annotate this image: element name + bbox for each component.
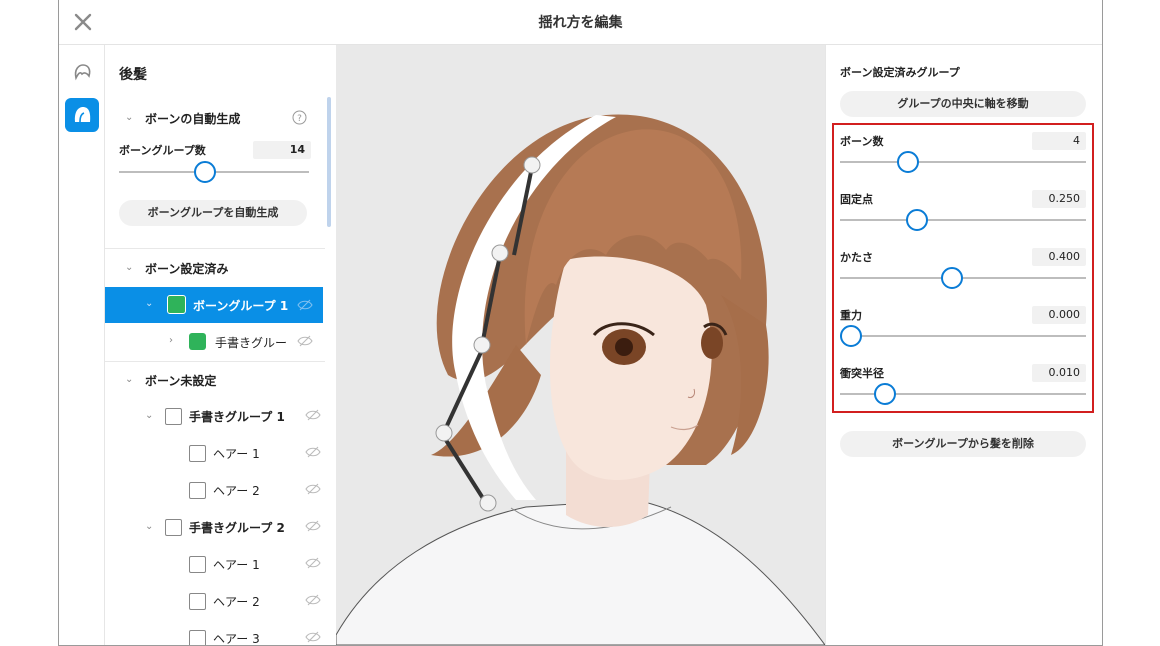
window-title: 揺れ方を編集 (538, 15, 623, 31)
param-slider[interactable] (840, 161, 1086, 163)
tree-hair-item[interactable]: ヘアー 1 (105, 547, 335, 581)
auto-gen-header[interactable]: ⌄ ボーンの自動生成 ? (105, 101, 335, 135)
chevron-down-icon: ⌄ (125, 262, 134, 273)
list-item-child[interactable]: › 手書きグルー (105, 325, 335, 359)
hair-back-icon (74, 107, 91, 123)
eye-off-icon[interactable] (305, 407, 321, 423)
panel-title: 後髪 (119, 67, 147, 83)
checkbox[interactable] (189, 482, 206, 499)
group-color-swatch[interactable] (189, 333, 206, 350)
chevron-down-icon: ⌄ (125, 112, 134, 123)
3d-viewport[interactable] (336, 45, 825, 645)
eye-off-icon[interactable] (305, 481, 321, 497)
param-slider-knob[interactable] (896, 151, 919, 173)
param-value-field[interactable]: 0.010 (1032, 364, 1086, 382)
param-slider[interactable] (840, 277, 1086, 279)
item-label: ヘアー 1 (213, 558, 260, 572)
rail-item-front-hair[interactable] (65, 57, 99, 91)
auto-gen-label: ボーンの自動生成 (145, 112, 241, 126)
tree-hair-item[interactable]: ヘアー 3 (105, 621, 335, 645)
divider (105, 361, 325, 362)
checkbox[interactable] (189, 556, 206, 573)
eye-off-icon[interactable] (305, 629, 321, 645)
param-slider-knob[interactable] (940, 267, 963, 289)
tree-hair-item[interactable]: ヘアー 1 (105, 436, 335, 470)
configured-label: ボーン設定済み (145, 262, 229, 276)
auto-generate-button[interactable]: ボーングループを自動生成 (119, 200, 307, 226)
avatar-preview-image[interactable] (336, 45, 825, 645)
item-label: 手書きグループ 2 (189, 521, 285, 535)
param-label: 固定点 (840, 193, 873, 206)
tree-group-item[interactable]: ⌄ 手書きグループ 2 (105, 510, 335, 544)
checkbox[interactable] (165, 408, 182, 425)
param-slider[interactable] (840, 219, 1086, 221)
chevron-down-icon: ⌄ (125, 374, 134, 385)
group-color-swatch[interactable] (167, 295, 186, 314)
chevron-down-icon: ⌄ (145, 298, 154, 309)
eye-off-icon[interactable] (305, 518, 321, 534)
eye-off-icon[interactable] (297, 333, 313, 349)
group-label: ボーングループ 1 (193, 299, 289, 313)
eye-off-icon[interactable] (305, 592, 321, 608)
chevron-right-icon: › (169, 335, 173, 346)
chevron-down-icon: ⌄ (145, 410, 154, 421)
param-label: かたさ (840, 251, 873, 264)
checkbox[interactable] (189, 630, 206, 645)
param-value-field[interactable]: 4 (1032, 132, 1086, 150)
tree-hair-item[interactable]: ヘアー 2 (105, 584, 335, 618)
param-slider-knob[interactable] (840, 325, 862, 347)
configured-header[interactable]: ⌄ ボーン設定済み (105, 251, 335, 285)
param-label: 衝突半径 (840, 367, 884, 380)
right-panel: ボーン設定済みグループ グループの中央に軸を移動 ボーングループから髪を削除 ボ… (825, 45, 1102, 645)
category-rail (59, 45, 105, 645)
group-count-label: ボーングループ数 (119, 144, 206, 157)
param-value-field[interactable]: 0.000 (1032, 306, 1086, 324)
item-label: ヘアー 1 (213, 447, 260, 461)
group-count-value[interactable]: 14 (253, 141, 311, 159)
divider (105, 248, 325, 249)
item-label: ヘアー 3 (213, 632, 260, 645)
tree-group-item[interactable]: ⌄ 手書きグループ 1 (105, 399, 335, 433)
left-panel: 後髪 ⌄ ボーンの自動生成 ? ボーングループ数 14 ボーングループを自動生成… (105, 45, 335, 645)
eye-off-icon[interactable] (297, 297, 313, 313)
group-count-slider-knob[interactable] (193, 161, 216, 183)
param-slider[interactable] (840, 335, 1086, 337)
edit-sway-window: 揺れ方を編集 後髪 ⌄ ボーンの自動生成 ? ボーングループ数 14 ボーングル… (58, 0, 1103, 646)
param-value-field[interactable]: 0.400 (1032, 248, 1086, 266)
svg-text:?: ? (297, 114, 302, 124)
checkbox[interactable] (189, 445, 206, 462)
tree-hair-item[interactable]: ヘアー 2 (105, 473, 335, 507)
title-bar: 揺れ方を編集 (59, 0, 1102, 45)
list-item-selected-group[interactable]: ⌄ ボーングループ 1 (105, 287, 323, 323)
checkbox[interactable] (189, 593, 206, 610)
param-value-field[interactable]: 0.250 (1032, 190, 1086, 208)
param-label: 重力 (840, 309, 862, 322)
rail-item-back-hair[interactable] (65, 98, 99, 132)
help-icon[interactable]: ? (292, 110, 307, 125)
chevron-down-icon: ⌄ (145, 521, 154, 532)
param-label: ボーン数 (840, 135, 884, 148)
item-label: ヘアー 2 (213, 484, 260, 498)
hair-front-icon (74, 64, 91, 81)
unconfigured-header[interactable]: ⌄ ボーン未設定 (105, 363, 335, 397)
checkbox[interactable] (165, 519, 182, 536)
item-label: 手書きグループ 1 (189, 410, 285, 424)
unconfigured-label: ボーン未設定 (145, 374, 217, 388)
child-label: 手書きグルー (215, 336, 288, 350)
eye-off-icon[interactable] (305, 555, 321, 571)
eye-off-icon[interactable] (305, 444, 321, 460)
item-label: ヘアー 2 (213, 595, 260, 609)
remove-hair-button[interactable]: ボーングループから髪を削除 (840, 431, 1086, 457)
center-axis-button[interactable]: グループの中央に軸を移動 (840, 91, 1086, 117)
right-panel-title: ボーン設定済みグループ (840, 66, 960, 79)
